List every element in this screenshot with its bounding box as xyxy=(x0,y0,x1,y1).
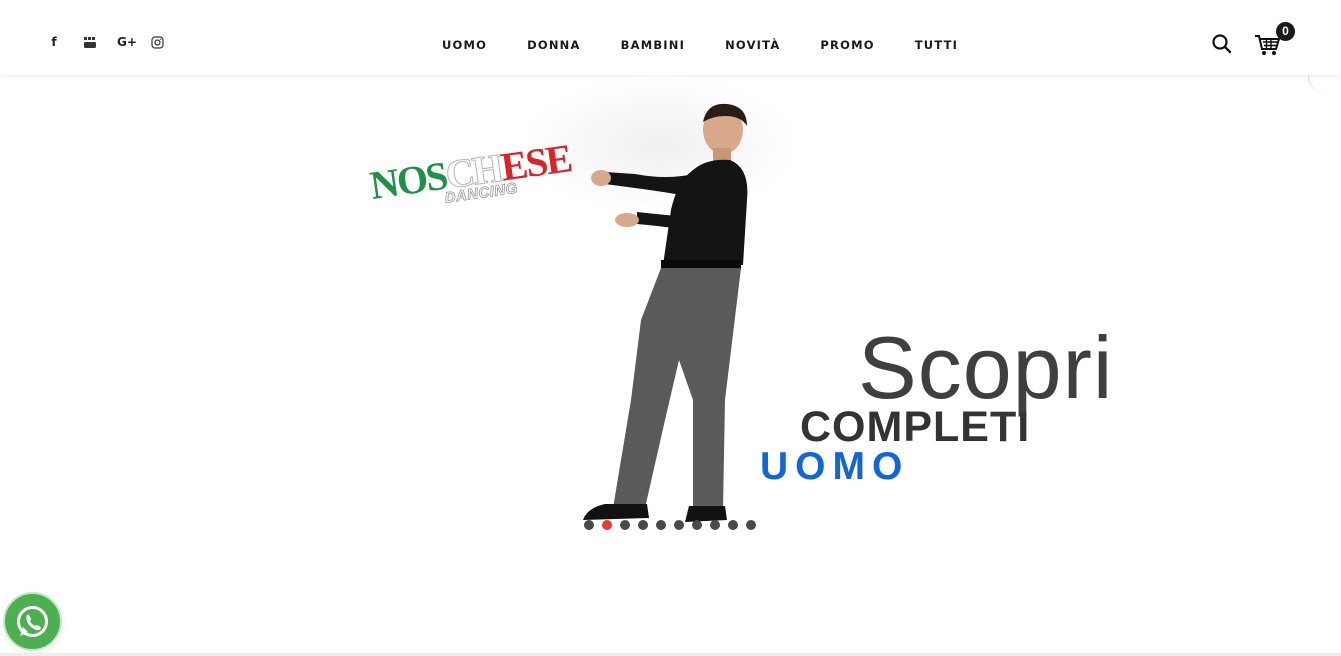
cart-count-badge: 0 xyxy=(1276,22,1295,41)
facebook-icon[interactable]: f xyxy=(44,31,64,53)
youtube-icon[interactable] xyxy=(80,31,100,53)
slider-dot[interactable] xyxy=(710,520,720,530)
dancer-image xyxy=(575,100,775,530)
site-header: f G+ UOMO DONNA BAMBINI NOVITÀ PROMO TUT… xyxy=(0,0,1341,75)
slider-dot[interactable] xyxy=(602,520,612,530)
social-links: f G+ xyxy=(44,31,166,53)
slider-pagination xyxy=(584,520,756,530)
whatsapp-icon xyxy=(17,606,48,637)
nav-item-tutti[interactable]: TUTTI xyxy=(895,38,978,52)
slider-dot[interactable] xyxy=(584,520,594,530)
nav-item-bambini[interactable]: BAMBINI xyxy=(601,38,705,52)
page: f G+ UOMO DONNA BAMBINI NOVITÀ PROMO TUT… xyxy=(0,0,1341,656)
nav-item-donna[interactable]: DONNA xyxy=(507,38,600,52)
slider-dot[interactable] xyxy=(620,520,630,530)
slider-dot[interactable] xyxy=(746,520,756,530)
slider-dot[interactable] xyxy=(692,520,702,530)
main-nav: UOMO DONNA BAMBINI NOVITÀ PROMO TUTTI xyxy=(422,38,978,52)
slider-dot[interactable] xyxy=(728,520,738,530)
instagram-icon[interactable] xyxy=(148,31,166,53)
hero-subheadline: COMPLETI xyxy=(800,403,1031,451)
slider-dot[interactable] xyxy=(674,520,684,530)
whatsapp-button[interactable] xyxy=(3,592,62,651)
nav-item-uomo[interactable]: UOMO xyxy=(422,38,507,52)
search-icon[interactable] xyxy=(1211,33,1233,55)
slider-dot[interactable] xyxy=(638,520,648,530)
brand-logo-green: NOS xyxy=(367,152,449,208)
nav-item-promo[interactable]: PROMO xyxy=(800,38,894,52)
google-plus-icon[interactable]: G+ xyxy=(116,31,138,53)
hero-category[interactable]: UOMO xyxy=(760,446,909,488)
slider-dot[interactable] xyxy=(656,520,666,530)
hero-headline: Scopri xyxy=(858,318,1114,417)
nav-item-novita[interactable]: NOVITÀ xyxy=(705,38,800,52)
